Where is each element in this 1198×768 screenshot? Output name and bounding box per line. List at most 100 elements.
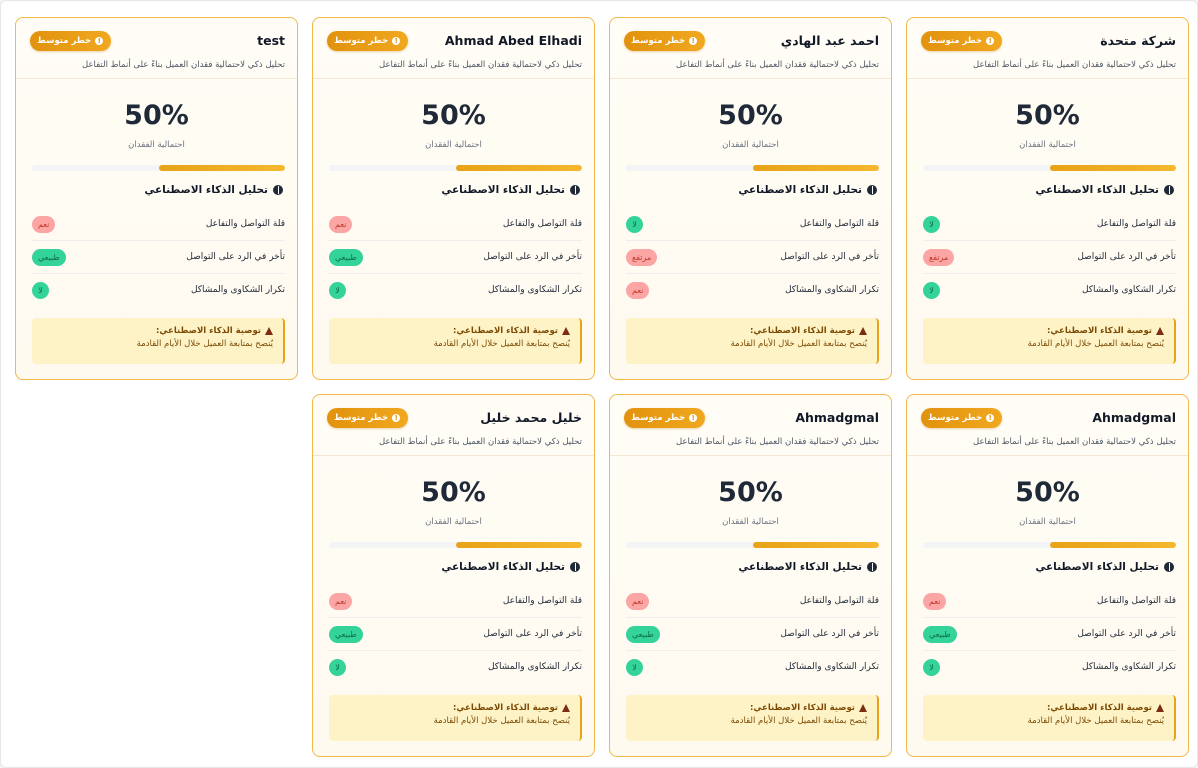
- risk-factor-label: تكرار الشكاوى والمشاكل: [487, 662, 582, 672]
- customer-risk-card[interactable]: خليل محمد خليل ! خطر متوسط تحليل ذكي لاح…: [312, 394, 595, 757]
- risk-progress-fill: [158, 165, 285, 171]
- customer-name: Ahmad Abed Elhadi: [444, 33, 582, 48]
- card-header: شركة متحدة ! خطر متوسط تحليل ذكي لاحتمال…: [907, 18, 1188, 79]
- risk-factor-list: قلة التواصل والتفاعل لا تأخر في الرد على ا…: [923, 208, 1176, 306]
- recommendation-title-text: توصية الذكاء الاصطناعي:: [453, 703, 558, 713]
- risk-factor-label: قلة التواصل والتفاعل: [205, 219, 285, 229]
- risk-badge: ! خطر متوسط: [921, 408, 1003, 428]
- recommendation-title: توصية الذكاء الاصطناعي:: [40, 326, 273, 336]
- recommendation-title: توصية الذكاء الاصطناعي:: [634, 326, 867, 336]
- recommendation-title: توصية الذكاء الاصطناعي:: [337, 326, 570, 336]
- churn-probability-label: احتمالية الفقدان: [1019, 517, 1076, 527]
- churn-probability-label: احتمالية الفقدان: [128, 140, 185, 150]
- churn-percentage: 50%: [124, 100, 189, 131]
- ai-analysis-heading: تحليل الذكاء الاصطناعي: [1035, 561, 1174, 573]
- churn-percentage: 50%: [421, 477, 486, 508]
- customer-risk-card[interactable]: احمد عبد الهادي ! خطر متوسط تحليل ذكي لا…: [609, 17, 892, 380]
- churn-percentage: 50%: [1015, 100, 1080, 131]
- risk-factor-label: تكرار الشكاوى والمشاكل: [784, 662, 879, 672]
- risk-progress-fill: [455, 542, 582, 548]
- warning-icon: [562, 704, 570, 712]
- ai-analysis-title: تحليل الذكاء الاصطناعي: [441, 184, 565, 196]
- brain-icon: [867, 185, 877, 195]
- risk-progress-bar: [626, 542, 879, 548]
- ai-analysis-title: تحليل الذكاء الاصطناعي: [441, 561, 565, 573]
- risk-badge: ! خطر متوسط: [921, 31, 1003, 51]
- risk-progress-fill: [1049, 542, 1176, 548]
- risk-factor-value-badge: لا: [626, 215, 643, 233]
- risk-factor-row: تكرار الشكاوى والمشاكل لا: [626, 651, 879, 683]
- info-icon: !: [392, 37, 401, 45]
- risk-factor-row: تكرار الشكاوى والمشاكل لا: [329, 651, 582, 683]
- risk-factor-list: قلة التواصل والتفاعل نعم تأخر في الرد على …: [32, 208, 285, 306]
- risk-factor-value-badge: لا: [626, 658, 643, 676]
- ai-recommendation: توصية الذكاء الاصطناعي: يُنصح بمتابعة ال…: [329, 695, 582, 741]
- risk-badge: ! خطر متوسط: [30, 31, 112, 51]
- ai-analysis-heading: تحليل الذكاء الاصطناعي: [441, 561, 580, 573]
- recommendation-title: توصية الذكاء الاصطناعي:: [634, 703, 867, 713]
- risk-factor-value-badge: لا: [329, 658, 346, 676]
- warning-icon: [859, 327, 867, 335]
- warning-icon: [1156, 327, 1164, 335]
- card-subtitle: تحليل ذكي لاحتمالية فقدان العميل بناءً ع…: [676, 437, 879, 447]
- ai-analysis-title: تحليل الذكاء الاصطناعي: [1035, 561, 1159, 573]
- recommendation-text: يُنصح بمتابعة العميل خلال الأيام القادمة: [1027, 339, 1164, 349]
- recommendation-title: توصية الذكاء الاصطناعي:: [931, 703, 1164, 713]
- customer-risk-card[interactable]: test ! خطر متوسط تحليل ذكي لاحتمالية فقد…: [15, 17, 298, 380]
- customer-name: خليل محمد خليل: [480, 410, 582, 425]
- customer-risk-card[interactable]: Ahmad Abed Elhadi ! خطر متوسط تحليل ذكي …: [312, 17, 595, 380]
- recommendation-title: توصية الذكاء الاصطناعي:: [337, 703, 570, 713]
- customer-risk-card[interactable]: Ahmadgmal ! خطر متوسط تحليل ذكي لاحتمالي…: [609, 394, 892, 757]
- risk-factor-row: تكرار الشكاوى والمشاكل لا: [923, 651, 1176, 683]
- info-icon: !: [689, 414, 698, 422]
- risk-badge-label: خطر متوسط: [334, 36, 389, 46]
- risk-badge: ! خطر متوسط: [624, 31, 706, 51]
- recommendation-text: يُنصح بمتابعة العميل خلال الأيام القادمة: [433, 339, 570, 349]
- risk-badge-label: خطر متوسط: [928, 36, 983, 46]
- risk-factor-row: تأخر في الرد على التواصل طبيعي: [626, 618, 879, 651]
- risk-factor-list: قلة التواصل والتفاعل نعم تأخر في الرد على …: [626, 585, 879, 683]
- warning-icon: [265, 327, 273, 335]
- brain-icon: [867, 562, 877, 572]
- risk-factor-list: قلة التواصل والتفاعل نعم تأخر في الرد على …: [329, 585, 582, 683]
- risk-factor-label: تأخر في الرد على التواصل: [780, 252, 879, 262]
- risk-factor-label: قلة التواصل والتفاعل: [502, 596, 582, 606]
- card-header: خليل محمد خليل ! خطر متوسط تحليل ذكي لاح…: [313, 395, 594, 456]
- risk-progress-bar: [32, 165, 285, 171]
- risk-badge-label: خطر متوسط: [334, 413, 389, 423]
- ai-recommendation: توصية الذكاء الاصطناعي: يُنصح بمتابعة ال…: [626, 695, 879, 741]
- risk-progress-bar: [923, 165, 1176, 171]
- risk-badge: ! خطر متوسط: [624, 408, 706, 428]
- risk-factor-label: تأخر في الرد على التواصل: [483, 252, 582, 262]
- risk-factor-value-badge: نعم: [32, 215, 56, 233]
- info-icon: !: [392, 414, 401, 422]
- churn-percentage: 50%: [718, 477, 783, 508]
- risk-progress-fill: [455, 165, 582, 171]
- risk-factor-value-badge: لا: [329, 281, 346, 299]
- recommendation-title-text: توصية الذكاء الاصطناعي:: [156, 326, 261, 336]
- ai-recommendation: توصية الذكاء الاصطناعي: يُنصح بمتابعة ال…: [923, 695, 1176, 741]
- risk-factor-label: تكرار الشكاوى والمشاكل: [1081, 662, 1176, 672]
- customer-card-grid: شركة متحدة ! خطر متوسط تحليل ذكي لاحتمال…: [15, 17, 1189, 757]
- risk-badge: ! خطر متوسط: [327, 31, 409, 51]
- risk-factor-label: قلة التواصل والتفاعل: [1096, 219, 1176, 229]
- recommendation-title-text: توصية الذكاء الاصطناعي:: [750, 326, 855, 336]
- risk-factor-value-badge: نعم: [626, 592, 650, 610]
- risk-factor-label: تأخر في الرد على التواصل: [780, 629, 879, 639]
- card-subtitle: تحليل ذكي لاحتمالية فقدان العميل بناءً ع…: [973, 60, 1176, 70]
- churn-probability-label: احتمالية الفقدان: [425, 517, 482, 527]
- risk-badge: ! خطر متوسط: [327, 408, 409, 428]
- churn-probability-label: احتمالية الفقدان: [722, 140, 779, 150]
- warning-icon: [859, 704, 867, 712]
- risk-factor-row: قلة التواصل والتفاعل لا: [626, 208, 879, 241]
- card-header: Ahmadgmal ! خطر متوسط تحليل ذكي لاحتمالي…: [610, 395, 891, 456]
- customer-risk-card[interactable]: شركة متحدة ! خطر متوسط تحليل ذكي لاحتمال…: [906, 17, 1189, 380]
- risk-progress-bar: [329, 165, 582, 171]
- risk-factor-value-badge: طبيعي: [923, 625, 957, 643]
- brain-icon: [1164, 562, 1174, 572]
- risk-factor-value-badge: طبيعي: [32, 248, 66, 266]
- risk-factor-label: تأخر في الرد على التواصل: [483, 629, 582, 639]
- customer-risk-card[interactable]: Ahmadgmal ! خطر متوسط تحليل ذكي لاحتمالي…: [906, 394, 1189, 757]
- risk-factor-list: قلة التواصل والتفاعل نعم تأخر في الرد على …: [329, 208, 582, 306]
- brain-icon: [1164, 185, 1174, 195]
